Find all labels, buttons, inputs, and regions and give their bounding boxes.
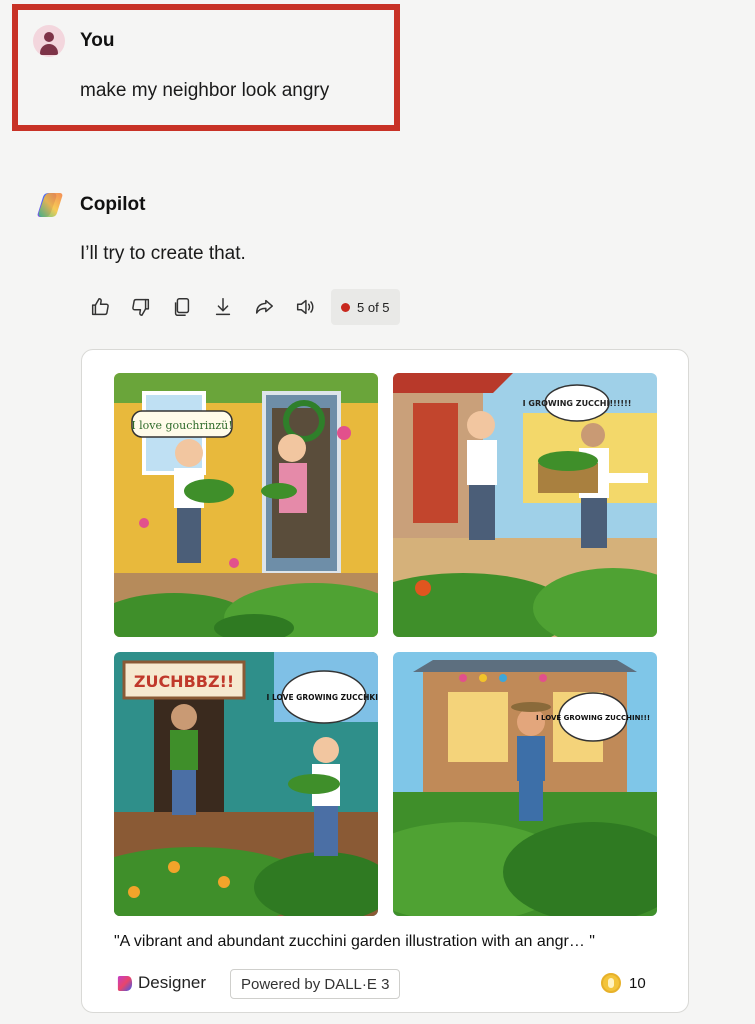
boost-count: 10 xyxy=(629,974,646,992)
image-result-card: I love gouchrinzü! I GROWING ZUCCHI!!!!!… xyxy=(81,349,689,1013)
pager-dot-icon xyxy=(341,302,350,312)
generated-image-3-art: ZUCHBBZ!! I LOVE GROWING ZUCCHKI! xyxy=(114,652,378,916)
generated-image-4-art: I LOVE GROWING ZUCCHIN!!! xyxy=(393,652,657,916)
message-actions-bar: 5 of 5 xyxy=(85,289,400,325)
tile3-sign-text: ZUCHBBZ!! xyxy=(134,672,234,691)
tile3-speech-text: I LOVE GROWING ZUCCHKI! xyxy=(267,693,378,702)
copy-icon xyxy=(174,298,190,316)
download-button[interactable] xyxy=(208,292,238,322)
pager-label: 5 of 5 xyxy=(357,299,390,315)
thumbs-down-button[interactable] xyxy=(126,292,156,322)
designer-label: Designer xyxy=(138,973,207,992)
thumbs-up-button[interactable] xyxy=(85,292,115,322)
generated-image-3[interactable]: ZUCHBBZ!! I LOVE GROWING ZUCCHKI! xyxy=(114,652,378,916)
powered-by-badge: Powered by DALL·E 3 xyxy=(230,969,401,999)
image-caption: "A vibrant and abundant zucchini garden … xyxy=(114,933,595,950)
download-icon xyxy=(215,298,231,316)
boost-coin-icon xyxy=(601,973,621,993)
designer-logo-icon xyxy=(117,975,133,991)
copilot-author-name: Copilot xyxy=(80,194,146,215)
share-icon xyxy=(255,299,273,314)
generated-image-2[interactable]: I GROWING ZUCCHI!!!!!! xyxy=(393,373,657,637)
thumbs-up-icon xyxy=(91,298,109,316)
generated-image-2-art: I GROWING ZUCCHI!!!!!! xyxy=(393,373,657,637)
copy-button[interactable] xyxy=(167,292,197,322)
response-pager[interactable]: 5 of 5 xyxy=(331,289,400,325)
highlighted-user-message xyxy=(12,4,400,131)
copilot-logo-icon xyxy=(37,193,63,217)
user-avatar xyxy=(33,25,65,57)
tile4-speech-text: I LOVE GROWING ZUCCHIN!!! xyxy=(536,714,650,722)
generated-image-1-art: I love gouchrinzü! xyxy=(114,373,378,637)
read-aloud-icon xyxy=(296,299,314,315)
user-author-name: You xyxy=(80,30,115,51)
user-prompt-text: make my neighbor look angry xyxy=(80,80,330,101)
tile1-speech-text: I love gouchrinzü! xyxy=(131,419,232,432)
boost-counter[interactable]: 10 xyxy=(601,973,646,993)
designer-brand[interactable]: Designer xyxy=(116,973,206,993)
read-aloud-button[interactable] xyxy=(290,292,320,322)
share-button[interactable] xyxy=(249,292,279,322)
generated-image-1[interactable]: I love gouchrinzü! xyxy=(114,373,378,637)
generated-image-4[interactable]: I LOVE GROWING ZUCCHIN!!! xyxy=(393,652,657,916)
tile2-speech-text: I GROWING ZUCCHI!!!!!! xyxy=(523,399,632,408)
thumbs-down-icon xyxy=(132,298,150,316)
copilot-reply-text: I’ll try to create that. xyxy=(80,243,246,264)
